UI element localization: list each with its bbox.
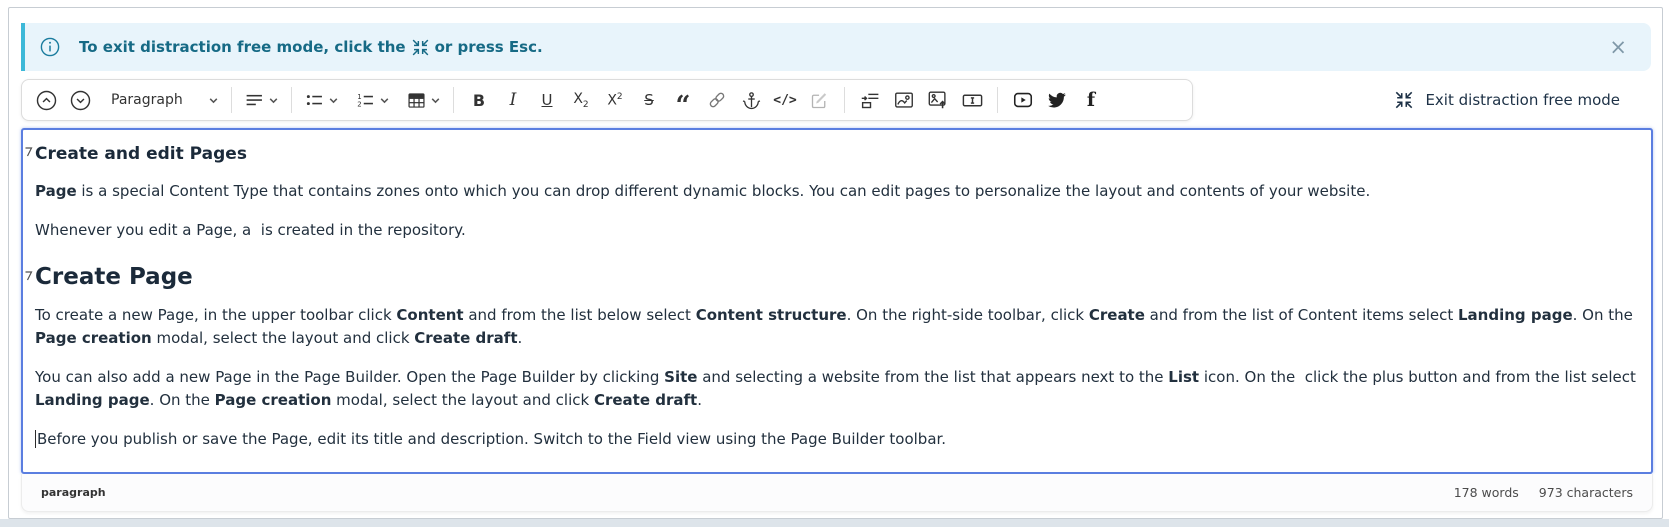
editor-toolbar: Paragraph [21,79,1193,121]
strikethrough-button[interactable]: S [633,84,665,116]
paragraph-format-dropdown[interactable]: Paragraph [104,84,222,116]
bold-button[interactable]: B [463,84,495,116]
text-alignment-dropdown[interactable] [241,84,282,116]
banner-close-button[interactable]: × [1603,35,1633,60]
toolbar-separator [844,87,845,113]
image-upload-icon [927,89,949,111]
chevron-down-icon [379,95,390,106]
toolbar-separator [291,87,292,113]
subscript-button[interactable]: X2 [565,84,597,116]
insert-content-button[interactable] [854,84,886,116]
embed-youtube-button[interactable] [1007,84,1039,116]
superscript-button[interactable]: X2 [599,84,631,116]
image-icon [893,89,915,111]
content-heading: Create Page [35,264,1639,290]
move-down-button[interactable] [64,84,96,116]
editor-window: To exit distraction free mode, click the… [8,7,1663,519]
insert-content-icon [860,90,881,111]
info-icon [39,36,61,58]
link-button[interactable] [701,84,733,116]
edit-pencil-icon [809,90,830,111]
bulleted-list-dropdown[interactable] [301,84,342,116]
blockquote-icon: “ [676,101,691,111]
paragraph: Page is a special Content Type that cont… [35,180,1639,203]
upload-image-button[interactable] [922,84,954,116]
block-marker-icon [25,271,33,281]
toolbar-separator [231,87,232,113]
toolbar-separator [453,87,454,113]
banner-text-before: To exit distraction free mode, click the [79,38,406,56]
editor-content[interactable]: Create and edit Pages Page is a special … [21,128,1653,474]
collapse-icon [1394,90,1414,110]
text-field-icon [961,89,984,112]
link-icon [706,89,728,111]
toolbar-separator [997,87,998,113]
superscript-icon: X2 [607,92,622,109]
chevron-down-icon [430,95,441,106]
exit-distraction-free-label: Exit distraction free mode [1425,91,1620,109]
text-field-button[interactable] [956,84,988,116]
paragraph: Before you publish or save the Page, edi… [35,428,1639,451]
distraction-free-banner: To exit distraction free mode, click the… [21,23,1651,71]
underline-button[interactable]: U [531,84,563,116]
current-block-type: paragraph [41,486,106,499]
content-heading: Create and edit Pages [35,144,1639,164]
facebook-icon: f [1087,89,1095,111]
anchor-button[interactable] [735,84,767,116]
editor-statusbar: paragraph 178 words 973 characters [21,474,1653,512]
anchor-icon [741,90,762,111]
word-count: 178 words [1454,485,1519,500]
text-cursor [35,430,36,448]
page-background-strip [0,519,1669,527]
italic-button[interactable]: I [497,84,529,116]
strikethrough-icon: S [644,91,654,109]
chevron-down-circle-icon [69,89,92,112]
insert-image-button[interactable] [888,84,920,116]
chevron-up-circle-icon [35,89,58,112]
svg-text:2: 2 [357,100,361,108]
banner-message: To exit distraction free mode, click the… [79,38,543,57]
code-icon: </> [773,93,796,108]
chevron-down-icon [328,95,339,106]
paragraph-format-value: Paragraph [107,92,205,108]
move-up-button[interactable] [30,84,62,116]
bold-icon: B [473,91,485,110]
bulleted-list-icon [304,90,325,111]
paragraph: To create a new Page, in the upper toolb… [35,304,1639,350]
collapse-icon [411,38,430,57]
chevron-down-icon [268,95,279,106]
chevron-down-icon [208,95,219,106]
paragraph: Whenever you edit a Page, a is created i… [35,219,1639,242]
numbered-list-dropdown[interactable]: 1 2 [352,84,393,116]
exit-distraction-free-button[interactable]: Exit distraction free mode [1388,79,1626,121]
numbered-list-icon: 1 2 [355,90,376,111]
embed-twitter-button[interactable] [1041,84,1073,116]
embed-facebook-button[interactable]: f [1075,84,1107,116]
insert-table-dropdown[interactable] [403,84,444,116]
blockquote-button[interactable]: “ [667,84,699,116]
code-button[interactable]: </> [769,84,801,116]
character-count: 973 characters [1539,485,1633,500]
block-marker-icon [25,147,33,157]
table-icon [406,90,427,111]
toolbar-row: Paragraph [21,79,1652,121]
underline-icon: U [542,91,553,109]
edit-source-button[interactable] [803,84,835,116]
banner-text-after: or press Esc. [435,38,543,56]
twitter-icon [1046,89,1068,111]
paragraph: You can also add a new Page in the Page … [35,366,1639,412]
subscript-icon: X2 [573,91,588,110]
align-left-icon [244,90,265,111]
italic-icon: I [510,90,517,110]
youtube-icon [1012,89,1034,111]
